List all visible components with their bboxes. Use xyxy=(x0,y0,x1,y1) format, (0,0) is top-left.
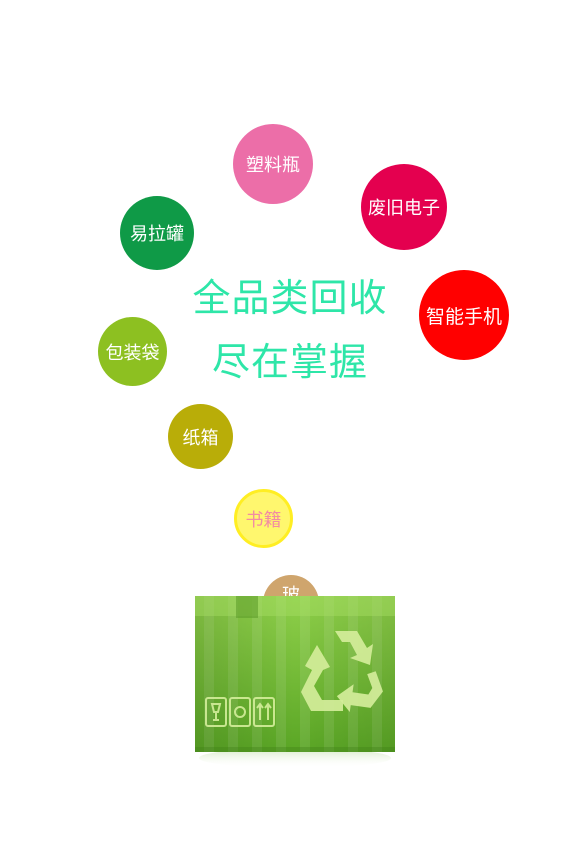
category-bubble-book[interactable]: 书籍 xyxy=(234,489,293,548)
category-label-e-waste: 废旧电子 xyxy=(368,198,440,219)
category-bubble-e-waste[interactable]: 废旧电子 xyxy=(361,164,447,250)
category-label-plastic-bottle: 塑料瓶 xyxy=(246,155,300,176)
category-bubble-carton[interactable]: 纸箱 xyxy=(168,404,233,469)
category-bubble-smartphone[interactable]: 智能手机 xyxy=(419,270,509,360)
category-label-smartphone: 智能手机 xyxy=(425,305,502,328)
category-bubble-plastic-bottle[interactable]: 塑料瓶 xyxy=(233,124,313,204)
category-label-carton: 纸箱 xyxy=(182,427,219,449)
category-label-book: 书籍 xyxy=(245,509,282,531)
headline-line-1: 全品类回收 xyxy=(192,276,388,320)
recycling-box-illustration xyxy=(195,596,395,768)
category-label-can: 易拉罐 xyxy=(130,224,184,245)
category-bubble-can[interactable]: 易拉罐 xyxy=(120,196,194,270)
headline-line-2: 尽在掌握 xyxy=(211,340,368,384)
